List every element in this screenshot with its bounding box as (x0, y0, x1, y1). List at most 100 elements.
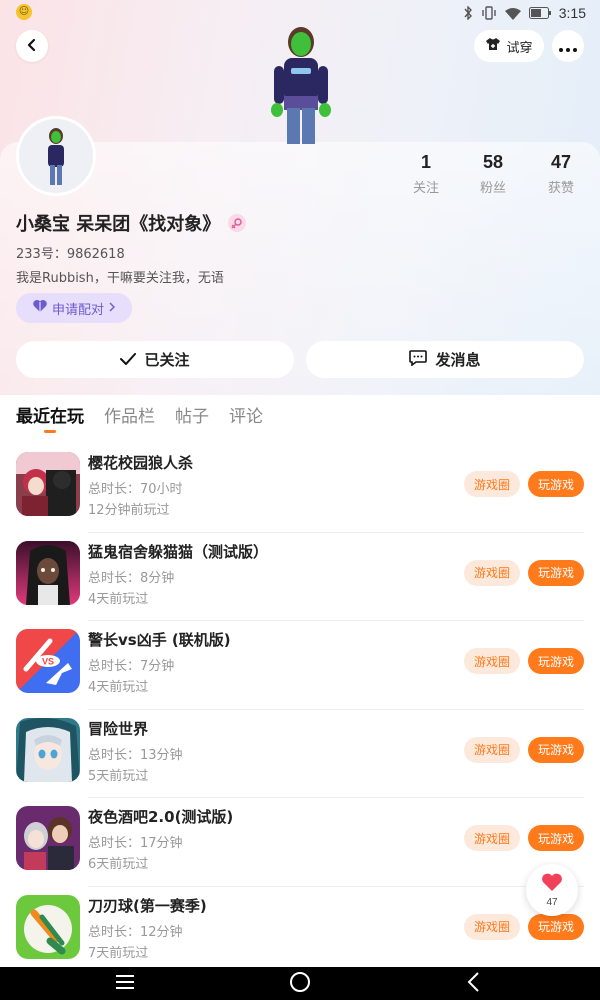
list-item[interactable]: VS 警长vs凶手 (联机版) 总时长：7分钟 4天前玩过 游戏圈 玩游戏 (0, 620, 600, 709)
tab-works[interactable]: 作品栏 (104, 402, 155, 432)
tab-posts[interactable]: 帖子 (175, 402, 209, 432)
game-icon (16, 540, 80, 605)
game-duration: 总时长：8分钟 (88, 570, 175, 586)
heart-icon (540, 872, 564, 896)
gender-badge-icon (228, 214, 247, 232)
game-circle-button[interactable]: 游戏圈 (464, 559, 520, 586)
game-last-played: 4天前玩过 (88, 680, 149, 695)
tab-works-label: 作品栏 (104, 407, 155, 427)
game-duration: 总时长：13分钟 (88, 747, 183, 763)
game-duration: 总时长：12分钟 (88, 924, 183, 940)
play-game-button[interactable]: 玩游戏 (528, 471, 584, 497)
user-bio: 我是Rubbish，干嘛要关注我，无语 (16, 271, 224, 286)
list-item[interactable]: 刀刃球(第一赛季) 总时长：12分钟 7天前玩过 游戏圈 玩游戏 (0, 885, 600, 975)
system-back-button[interactable] (462, 972, 484, 996)
try-on-label: 试穿 (506, 40, 533, 56)
bluetooth-icon (463, 6, 473, 20)
status-indicators: 3:15 (463, 4, 586, 22)
game-last-played: 7天前玩过 (88, 945, 149, 961)
pair-request-button[interactable]: 申请配对 (16, 293, 132, 323)
stat-likes-count: 47 (550, 152, 572, 172)
home-button[interactable] (289, 971, 311, 997)
back-triangle-icon (466, 972, 480, 996)
tab-posts-label: 帖子 (175, 407, 209, 427)
list-item[interactable]: 猛鬼宿舍躲猫猫（测试版） 总时长：8分钟 4天前玩过 游戏圈 玩游戏 (0, 531, 600, 621)
home-circle-icon (289, 971, 311, 997)
back-button[interactable] (16, 30, 48, 62)
message-bubble-icon (409, 349, 428, 370)
game-duration: 总时长：17分钟 (88, 836, 183, 851)
game-icon (16, 452, 80, 516)
game-last-played: 5天前玩过 (88, 768, 149, 784)
shirt-icon (485, 37, 501, 55)
followed-label: 已关注 (144, 351, 190, 369)
game-duration: 总时长：7分钟 (88, 659, 175, 674)
play-game-button[interactable]: 玩游戏 (528, 736, 584, 763)
battery-icon (528, 7, 551, 19)
send-message-button[interactable]: 发消息 (306, 341, 584, 378)
wifi-icon (504, 7, 521, 20)
vibrate-icon (481, 6, 497, 20)
game-title: 猛鬼宿舍躲猫猫（测试版） (88, 542, 269, 561)
game-last-played: 12分钟前玩过 (88, 503, 170, 518)
avatar[interactable] (16, 116, 96, 196)
chevron-right-icon (108, 301, 116, 316)
game-icon (16, 806, 80, 870)
followed-button[interactable]: 已关注 (16, 341, 294, 378)
try-on-button[interactable]: 试穿 (474, 30, 544, 62)
stat-following[interactable]: 1 关注 (396, 152, 456, 196)
stat-followers-count: 58 (482, 152, 504, 172)
svg-text:VS: VS (42, 657, 54, 667)
stat-likes-label: 获赞 (547, 181, 574, 196)
tab-recent[interactable]: 最近在玩 (16, 402, 84, 433)
game-circle-button[interactable]: 游戏圈 (464, 913, 520, 940)
app-notification-icon: ☺ (16, 4, 32, 20)
pair-request-label: 申请配对 (51, 302, 104, 318)
play-game-button[interactable]: 玩游戏 (528, 648, 584, 674)
game-title: 樱花校园狼人杀 (88, 454, 194, 472)
stat-following-count: 1 (420, 152, 431, 172)
game-last-played: 6天前玩过 (88, 857, 149, 872)
profile-tabs: 最近在玩 作品栏 帖子 评论 (16, 402, 263, 438)
user-name-row: 小桑宝 呆呆团《找对象》 (16, 210, 247, 236)
game-last-played: 4天前玩过 (88, 591, 149, 607)
game-circle-button[interactable]: 游戏圈 (464, 736, 520, 763)
game-title: 警长vs凶手 (联机版) (88, 631, 231, 649)
recent-games-list: 樱花校园狼人杀 总时长：70小时 12分钟前玩过 游戏圈 玩游戏 猛鬼宿舍躲猫猫… (0, 443, 600, 974)
like-floating-button[interactable]: 47 (526, 864, 578, 916)
avatar-character (262, 22, 340, 144)
more-button[interactable] (552, 30, 584, 62)
tab-recent-label: 最近在玩 (16, 407, 84, 427)
chevron-left-icon (25, 37, 39, 56)
list-item[interactable]: 樱花校园狼人杀 总时长：70小时 12分钟前玩过 游戏圈 玩游戏 (0, 443, 600, 532)
game-title: 冒险世界 (88, 719, 149, 738)
game-circle-button[interactable]: 游戏圈 (464, 648, 520, 674)
recent-apps-button[interactable] (114, 973, 136, 995)
status-time: 3:15 (558, 5, 586, 21)
stat-following-label: 关注 (412, 181, 439, 196)
menu-lines-icon (115, 974, 135, 994)
game-circle-button[interactable]: 游戏圈 (464, 471, 520, 497)
user-id: 233号：9862618 (16, 247, 125, 262)
play-game-button[interactable]: 玩游戏 (528, 913, 584, 940)
send-message-label: 发消息 (435, 351, 481, 369)
list-item[interactable]: 夜色酒吧2.0(测试版) 总时长：17分钟 6天前玩过 游戏圈 玩游戏 (0, 797, 600, 886)
tab-active-indicator (44, 430, 56, 433)
like-count: 47 (546, 897, 558, 908)
game-circle-button[interactable]: 游戏圈 (464, 825, 520, 851)
heart-pair-icon (32, 299, 48, 317)
play-game-button[interactable]: 玩游戏 (528, 559, 584, 586)
stat-followers-label: 粉丝 (479, 181, 506, 196)
stat-followers[interactable]: 58 粉丝 (463, 152, 523, 196)
stat-likes[interactable]: 47 获赞 (531, 152, 591, 196)
game-icon (16, 894, 80, 959)
tab-comments[interactable]: 评论 (229, 402, 263, 432)
game-title: 夜色酒吧2.0(测试版) (88, 808, 234, 826)
list-item[interactable]: 冒险世界 总时长：13分钟 5天前玩过 游戏圈 玩游戏 (0, 708, 600, 798)
user-name: 小桑宝 呆呆团《找对象》 (16, 214, 221, 235)
more-dots-icon (559, 37, 577, 56)
game-icon (16, 717, 80, 782)
play-game-button[interactable]: 玩游戏 (528, 825, 584, 851)
system-nav-bar (0, 967, 600, 1000)
game-icon: VS (16, 629, 80, 693)
